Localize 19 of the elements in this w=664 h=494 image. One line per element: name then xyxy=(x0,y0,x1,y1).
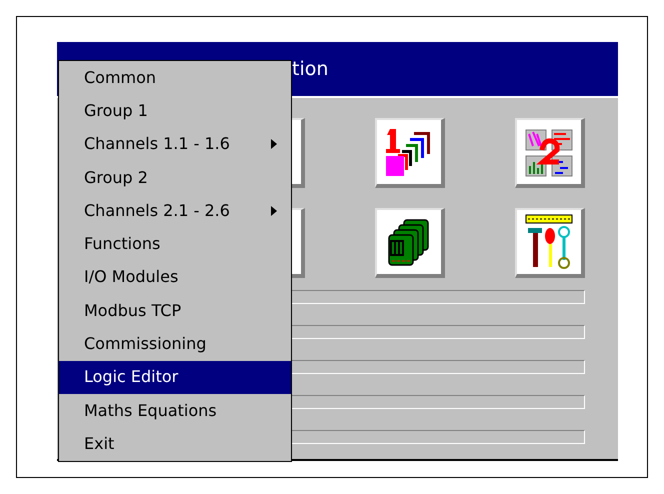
menu-item[interactable]: Maths Equations xyxy=(59,394,291,428)
menu-item[interactable]: Functions xyxy=(59,227,291,261)
menu-item[interactable]: Commissioning xyxy=(59,327,291,361)
submenu-arrow-icon xyxy=(271,206,277,216)
menu-item[interactable]: Common xyxy=(59,61,291,94)
icon-button[interactable] xyxy=(515,208,585,278)
menu-item[interactable]: Group 1 xyxy=(59,94,291,128)
icon-button[interactable] xyxy=(375,208,445,278)
window-title: tion xyxy=(292,56,328,82)
menu-item[interactable]: Exit xyxy=(59,427,291,461)
menu-item[interactable]: Group 2 xyxy=(59,160,291,194)
menu-item[interactable]: I/O Modules xyxy=(59,260,291,294)
submenu-arrow-icon xyxy=(271,139,277,150)
tools-icon xyxy=(524,214,574,270)
menu-item[interactable]: Logic Editor xyxy=(59,360,291,394)
icon-button[interactable] xyxy=(375,118,445,188)
menu-item[interactable]: Channels 1.1 - 1.6 xyxy=(59,128,291,161)
menu-item[interactable]: Modbus TCP xyxy=(59,294,291,328)
menu-item[interactable]: Channels 2.1 - 2.6 xyxy=(59,194,291,228)
